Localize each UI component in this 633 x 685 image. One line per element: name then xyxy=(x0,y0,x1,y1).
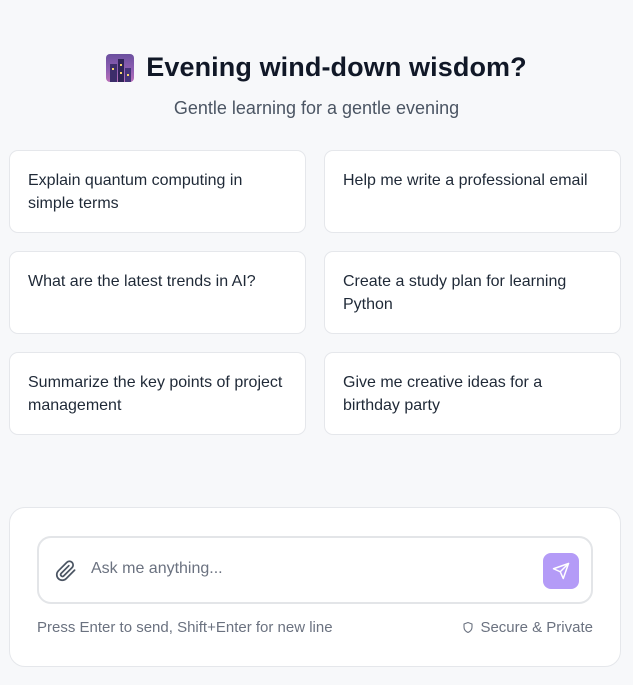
send-button[interactable] xyxy=(543,553,579,589)
page-title: Evening wind-down wisdom? xyxy=(146,52,527,82)
chat-composer: Press Enter to send, Shift+Enter for new… xyxy=(9,507,621,667)
keyboard-hint: Press Enter to send, Shift+Enter for new… xyxy=(37,619,333,636)
paperclip-icon[interactable] xyxy=(55,559,77,583)
shield-icon xyxy=(463,621,473,634)
suggestion-card[interactable]: Summarize the key points of project mana… xyxy=(9,352,306,435)
page-subtitle: Gentle learning for a gentle evening xyxy=(173,98,460,118)
suggestion-card[interactable]: Help me write a professional email xyxy=(324,150,621,233)
suggestion-card[interactable]: Explain quantum computing in simple term… xyxy=(9,150,306,233)
suggestion-grid: Explain quantum computing in simple term… xyxy=(9,150,621,435)
send-icon xyxy=(552,562,570,580)
suggestion-card[interactable]: Create a study plan for learning Python xyxy=(324,251,621,334)
message-input[interactable] xyxy=(91,556,511,582)
suggestion-card[interactable]: What are the latest trends in AI? xyxy=(9,251,306,334)
security-note: Secure & Private xyxy=(462,619,593,636)
security-label: Secure & Private xyxy=(480,619,593,636)
night-city-icon xyxy=(106,53,135,82)
hero-heading: Evening wind-down wisdom? xyxy=(0,52,633,83)
suggestion-card[interactable]: Give me creative ideas for a birthday pa… xyxy=(324,352,621,435)
message-input-container xyxy=(37,536,593,604)
